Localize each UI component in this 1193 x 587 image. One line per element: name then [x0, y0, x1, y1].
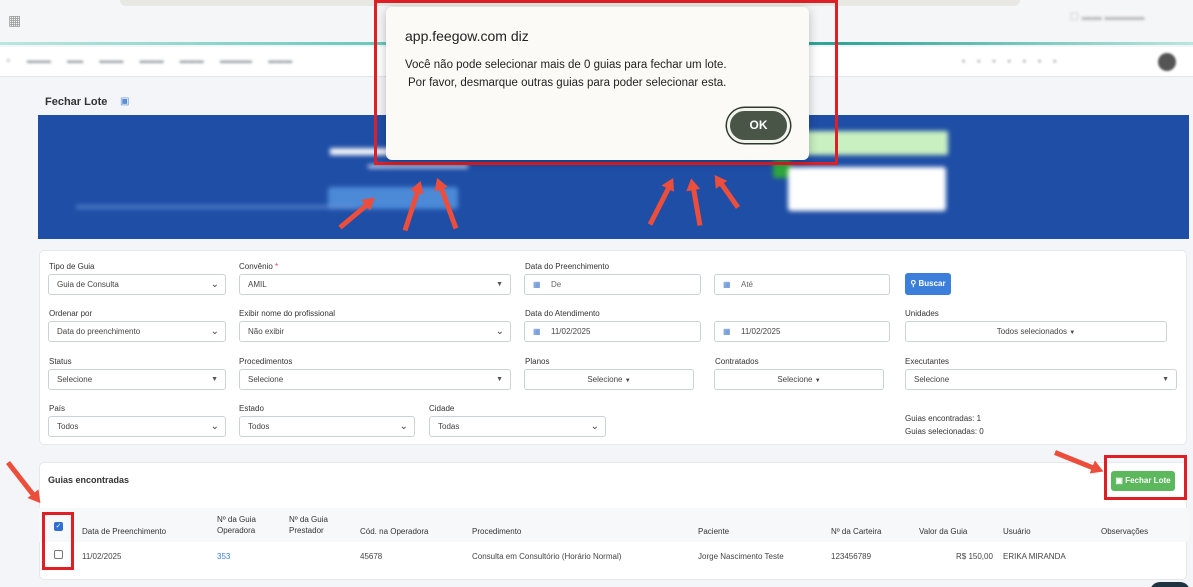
calendar-icon: ▦ [723, 280, 731, 289]
cell-cod-operadora: 45678 [360, 552, 383, 561]
th-carteira: Nº da Carteira [831, 527, 882, 536]
avatar[interactable] [1158, 53, 1176, 71]
label-unidades: Unidades [905, 309, 939, 318]
th-procedimento: Procedimento [472, 527, 522, 536]
data-preenchimento-ate-input[interactable]: ▦ Até [714, 274, 890, 295]
cell-valor: R$ 150,00 [956, 552, 993, 561]
caret-down-icon: ▼ [211, 376, 218, 383]
label-pais: País [49, 404, 66, 413]
buscar-button[interactable]: ⚲ Buscar [905, 273, 951, 295]
data-atendimento-de-input[interactable]: ▦ 11/02/2025 [524, 321, 701, 342]
th-observacoes: Observações [1101, 527, 1149, 536]
cell-guia-operadora-link[interactable]: 353 [217, 552, 230, 561]
th-paciente: Paciente [698, 527, 730, 536]
caret-down-icon: ▼ [1162, 376, 1169, 383]
caret-down-icon: ▼ [496, 376, 503, 383]
exibir-nome-select[interactable]: Não exibir ⌄ [239, 321, 511, 342]
chevron-down-icon: ⌄ [210, 326, 219, 337]
highlight-box-fechar-lote [1104, 455, 1187, 500]
arrow-annotation [6, 460, 36, 498]
highlight-box-checkboxes [42, 512, 74, 570]
calendar-icon: ▦ [533, 280, 541, 289]
label-exibir-nome: Exibir nome do profissional [239, 309, 336, 318]
cell-procedimento: Consulta em Consultório (Horário Normal) [472, 552, 622, 561]
caret-down-icon: ▼ [1069, 330, 1076, 336]
label-estado: Estado [239, 404, 264, 413]
pais-select[interactable]: Todos ⌄ [48, 416, 226, 437]
tipo-guia-select[interactable]: Guia de Consulta ⌄ [48, 274, 226, 295]
ok-button[interactable]: OK [727, 108, 790, 143]
th-guia-prestador: Nº da Guia Prestador [289, 515, 328, 535]
calendar-icon: ▣ [120, 96, 130, 107]
chevron-down-icon: ⌄ [210, 421, 219, 432]
label-contratados: Contratados [715, 357, 759, 366]
convenio-select[interactable]: AMIL ▼ [239, 274, 511, 295]
banner-line [76, 205, 356, 209]
dialog-title: app.feegow.com diz [405, 28, 529, 44]
th-guia-operadora: Nº da Guia Operadora [217, 515, 256, 535]
label-data-atendimento: Data do Atendimento [525, 309, 600, 318]
label-procedimentos: Procedimentos [239, 357, 293, 366]
calendar-icon: ▦ [723, 327, 731, 336]
caret-down-icon: ▼ [624, 378, 631, 384]
chevron-down-icon: ⌄ [399, 421, 408, 432]
cidade-select[interactable]: Todas ⌄ [429, 416, 606, 437]
apps-grid-icon[interactable]: ▦ [8, 13, 22, 27]
caret-down-icon: ▼ [814, 378, 821, 384]
caret-down-icon: ▼ [496, 281, 503, 288]
cell-data: 11/02/2025 [82, 552, 122, 561]
contratados-multiselect[interactable]: Selecione ▼ [714, 369, 884, 390]
label-ordenar-por: Ordenar por [49, 309, 93, 318]
dialog-message: Você não pode selecionar mais de 0 guias… [405, 59, 727, 89]
label-tipo-guia: Tipo de Guia [49, 262, 95, 271]
cell-paciente: Jorge Nascimento Teste [698, 552, 784, 561]
th-cod-operadora: Cód. na Operadora [360, 527, 429, 536]
unidades-multiselect[interactable]: Todos selecionados ▼ [905, 321, 1167, 342]
calendar-icon: ▦ [533, 327, 541, 336]
label-convenio: Convênio * [239, 262, 279, 271]
estado-select[interactable]: Todos ⌄ [239, 416, 415, 437]
status-select[interactable]: Selecione ▼ [48, 369, 226, 390]
planos-multiselect[interactable]: Selecione ▼ [524, 369, 694, 390]
nav-icons-blurred[interactable]: ▪▪▪▪▪▪▪ [962, 56, 1068, 66]
nav-menu-blurred[interactable]: + ▬▬▬ ▬▬ ▬▬▬ ▬▬▬ ▬▬▬ ▬▬▬▬ ▬▬▬ [6, 56, 292, 65]
label-planos: Planos [525, 357, 550, 366]
chevron-down-icon: ⌄ [495, 326, 504, 337]
search-icon: ⚲ [910, 279, 917, 288]
label-executantes: Executantes [905, 357, 950, 366]
page-title: Fechar Lote [45, 96, 108, 108]
top-right-menu[interactable]: ☐ ▬▬ ▬▬▬▬ [1070, 12, 1190, 28]
chevron-down-icon: ⌄ [210, 279, 219, 290]
chevron-down-icon: ⌄ [590, 421, 599, 432]
th-usuario: Usuário [1003, 527, 1031, 536]
procedimentos-select[interactable]: Selecione ▼ [239, 369, 511, 390]
banner-card [788, 167, 946, 211]
guias-encontradas-count: Guias encontradas: 1 [905, 414, 982, 423]
chat-widget[interactable] [1150, 582, 1190, 587]
alert-dialog: app.feegow.com diz Você não pode selecio… [386, 7, 809, 160]
list-title: Guias encontradas [48, 475, 130, 485]
data-preenchimento-de-input[interactable]: ▦ De [524, 274, 701, 295]
label-status: Status [49, 357, 72, 366]
th-data: Data de Preenchimento [82, 527, 167, 536]
executantes-select[interactable]: Selecione ▼ [905, 369, 1177, 390]
cell-carteira: 123456789 [831, 552, 872, 561]
label-data-preenchimento: Data do Preenchimento [525, 262, 610, 271]
ordenar-por-select[interactable]: Data do preenchimento ⌄ [48, 321, 226, 342]
guias-selecionadas-count: Guias selecionadas: 0 [905, 427, 984, 436]
th-valor: Valor da Guia [919, 527, 968, 536]
data-atendimento-ate-input[interactable]: ▦ 11/02/2025 [714, 321, 890, 342]
label-cidade: Cidade [429, 404, 455, 413]
cell-usuario: ERIKA MIRANDA [1003, 552, 1066, 561]
